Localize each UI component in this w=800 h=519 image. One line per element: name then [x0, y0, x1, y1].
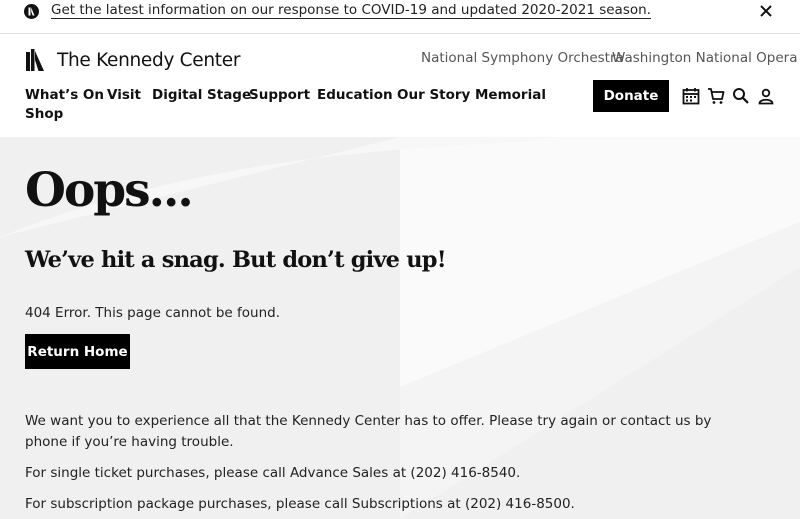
- help-paragraph: We want you to experience all that the K…: [25, 413, 712, 450]
- nav-shop[interactable]: Shop: [25, 106, 63, 122]
- donate-button[interactable]: Donate: [593, 80, 669, 112]
- nav-digital-stage[interactable]: Digital Stage: [152, 87, 251, 103]
- calendar-icon[interactable]: [682, 87, 700, 105]
- cart-icon[interactable]: [707, 87, 725, 105]
- page-title: Oops...: [25, 163, 194, 218]
- nav-memorial[interactable]: Memorial: [475, 87, 546, 103]
- covid-alert-link[interactable]: Get the latest information on our respon…: [51, 2, 651, 18]
- logo-text: The Kennedy Center: [57, 49, 241, 71]
- covid-alert-bar: Get the latest information on our respon…: [0, 0, 800, 34]
- nav-our-story[interactable]: Our Story: [397, 87, 470, 103]
- link-national-symphony-orchestra[interactable]: National Symphony Orchestra: [421, 50, 624, 66]
- kennedy-center-logo-icon: [26, 49, 44, 71]
- nav-education[interactable]: Education: [317, 87, 393, 103]
- nav-whats-on[interactable]: What’s On: [25, 87, 104, 103]
- return-home-button[interactable]: Return Home: [25, 334, 130, 369]
- subscriptions-paragraph: For subscription package purchases, plea…: [25, 496, 575, 512]
- nav-visit[interactable]: Visit: [107, 87, 141, 103]
- error-message: 404 Error. This page cannot be found.: [25, 305, 280, 321]
- info-logo-icon: [24, 4, 39, 19]
- user-icon[interactable]: [757, 87, 775, 105]
- search-icon[interactable]: [732, 87, 750, 105]
- kennedy-center-logo[interactable]: The Kennedy Center: [25, 47, 240, 73]
- close-icon[interactable]: [758, 3, 774, 19]
- nav-support[interactable]: Support: [249, 87, 310, 103]
- link-washington-national-opera[interactable]: Washington National Opera: [612, 50, 798, 66]
- advance-sales-paragraph: For single ticket purchases, please call…: [25, 465, 521, 481]
- page-subtitle: We’ve hit a snag. But don’t give up!: [25, 247, 447, 273]
